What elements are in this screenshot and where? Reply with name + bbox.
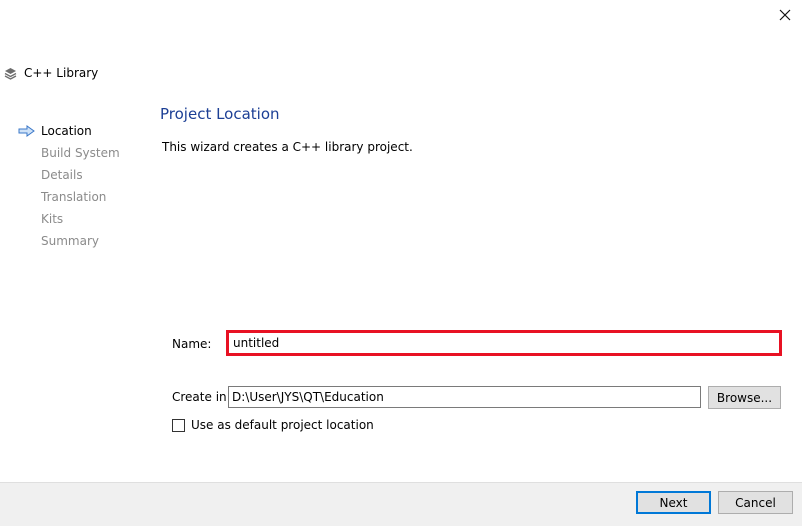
default-location-label: Use as default project location [191, 418, 374, 432]
close-icon [779, 9, 791, 21]
browse-button[interactable]: Browse... [708, 386, 781, 409]
create-in-input[interactable] [228, 386, 701, 408]
close-button[interactable] [771, 2, 799, 28]
page-title: Project Location [160, 105, 280, 123]
name-label: Name: [172, 337, 212, 351]
step-build-system: Build System [18, 142, 120, 164]
name-input[interactable] [226, 330, 782, 356]
cancel-button[interactable]: Cancel [718, 491, 793, 514]
step-details: Details [18, 164, 120, 186]
step-label: Summary [41, 234, 99, 248]
default-location-option[interactable]: Use as default project location [172, 418, 374, 432]
step-translation: Translation [18, 186, 120, 208]
step-label: Kits [41, 212, 64, 226]
step-label: Details [41, 168, 83, 182]
wizard-header: C++ Library [4, 66, 98, 80]
step-summary: Summary [18, 230, 120, 252]
step-label: Translation [41, 190, 107, 204]
step-label: Build System [41, 146, 120, 160]
step-location: Location [18, 120, 120, 142]
wizard-title: C++ Library [24, 66, 99, 80]
wizard-steps: Location Build System Details Translatio… [18, 120, 120, 252]
step-label: Location [41, 124, 92, 138]
create-in-label: Create in: [172, 390, 231, 404]
next-button[interactable]: Next [636, 491, 711, 514]
step-kits: Kits [18, 208, 120, 230]
current-step-arrow-icon [18, 124, 38, 138]
library-stack-icon [4, 67, 17, 80]
default-location-checkbox[interactable] [172, 418, 185, 432]
page-description: This wizard creates a C++ library projec… [162, 140, 413, 154]
